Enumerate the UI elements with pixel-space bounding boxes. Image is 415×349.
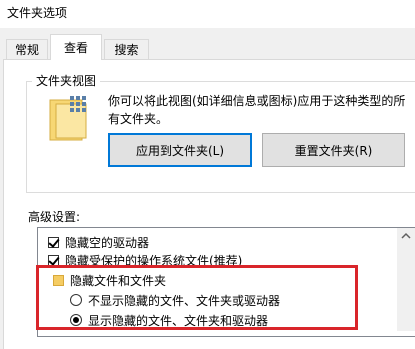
tab-general[interactable]: 常规 (6, 39, 48, 59)
checkbox[interactable] (48, 236, 59, 248)
folder-view-icon (44, 94, 94, 144)
folder-view-group-title: 文件夹视图 (32, 72, 101, 89)
folder-view-description: 你可以将此视图(如详细信息或图标)应用于这种类型的所有文件夹。 (108, 94, 406, 126)
apply-to-folders-button[interactable]: 应用到文件夹(L) (108, 133, 252, 167)
scroll-up-arrow-icon[interactable] (397, 228, 415, 244)
advanced-settings-label: 高级设置: (28, 210, 81, 224)
tab-view[interactable]: 查看 (50, 34, 102, 60)
list-item-label: 隐藏空的驱动器 (65, 235, 150, 250)
tab-search[interactable]: 搜索 (104, 39, 149, 59)
highlight-annotation (36, 265, 358, 330)
advanced-settings-scrollbar[interactable] (397, 228, 415, 331)
checkbox[interactable] (48, 254, 59, 266)
window-title: 文件夹选项 (7, 6, 68, 20)
list-item-hide-empty-drives[interactable]: 隐藏空的驱动器 (48, 233, 149, 251)
reset-folders-button[interactable]: 重置文件夹(R) (262, 133, 405, 167)
